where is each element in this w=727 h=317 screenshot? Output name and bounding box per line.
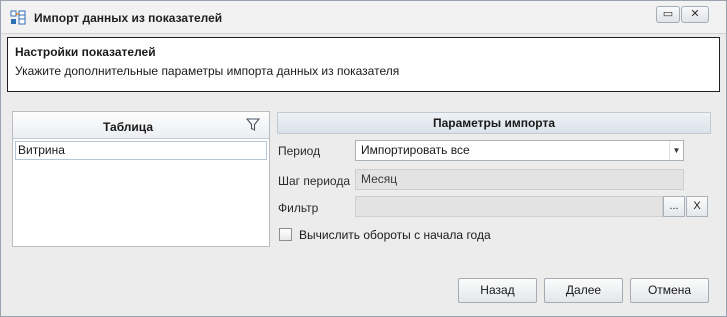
- funnel-icon[interactable]: [246, 118, 260, 132]
- header-panel: Настройки показателей Укажите дополнител…: [7, 37, 720, 92]
- chevron-down-icon[interactable]: ▼: [669, 141, 683, 160]
- cancel-button[interactable]: Отмена: [630, 278, 709, 303]
- params-header: Параметры импорта: [277, 112, 711, 134]
- title-bar: Импорт данных из показателей ▭ ✕: [1, 1, 726, 34]
- period-select[interactable]: Импортировать все ▼: [355, 140, 684, 161]
- period-label: Период: [278, 144, 321, 158]
- filter-clear-button[interactable]: X: [686, 196, 708, 217]
- table-row-vitrina[interactable]: Витрина: [15, 141, 267, 160]
- period-step-label: Шаг периода: [278, 174, 351, 188]
- window-title: Импорт данных из показателей: [34, 11, 223, 25]
- header-subtitle: Укажите дополнительные параметры импорта…: [15, 64, 400, 78]
- restore-button[interactable]: ▭: [656, 6, 680, 23]
- cumulative-checkbox-label[interactable]: Вычислить обороты с начала года: [299, 228, 491, 242]
- back-button[interactable]: Назад: [458, 278, 537, 303]
- filter-field: [355, 196, 663, 217]
- period-select-value: Импортировать все: [361, 143, 470, 157]
- header-title: Настройки показателей: [15, 45, 156, 59]
- period-step-field: Месяц: [355, 169, 684, 190]
- table-column-title: Таблица: [102, 120, 153, 134]
- close-button[interactable]: ✕: [681, 6, 709, 23]
- cumulative-checkbox[interactable]: [279, 228, 292, 241]
- import-dialog: Импорт данных из показателей ▭ ✕ Настрой…: [0, 0, 727, 317]
- app-icon: [10, 10, 26, 25]
- table-list: Таблица Витрина: [12, 111, 270, 247]
- filter-label: Фильтр: [278, 201, 319, 215]
- next-button[interactable]: Далее: [544, 278, 623, 303]
- table-column-header[interactable]: Таблица: [13, 112, 269, 139]
- filter-browse-button[interactable]: ...: [663, 196, 685, 217]
